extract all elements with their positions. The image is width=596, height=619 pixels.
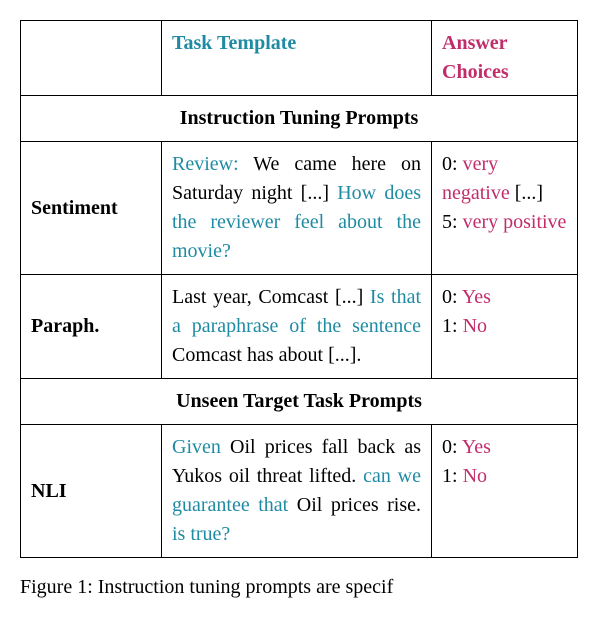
answer-text: No [463,465,487,487]
row-label-sentiment: Sentiment [21,142,161,274]
task-template-nli: Given Oil prices fall back as Yukos oil … [161,425,431,557]
row-nli: NLI Given Oil prices fall back as Yukos … [21,424,577,557]
row-sentiment: Sentiment Review: We came here on Saturd… [21,141,577,274]
caption-text: Figure 1: Instruction tuning prompts are… [20,576,393,598]
row-label-nli: NLI [21,425,161,557]
answer-text: Yes [462,436,491,458]
template-text: is true? [172,523,230,545]
answer-choice: 1: No [442,312,567,341]
answer-ellipsis: [...] [510,182,543,204]
figure-caption: Figure 1: Instruction tuning prompts are… [20,576,576,599]
answer-index: 1: [442,315,463,337]
task-template-sentiment: Review: We came here on Saturday night [… [161,142,431,274]
section-unseen-target: Unseen Target Task Prompts [21,378,577,424]
answer-text: very positive [463,211,567,233]
answer-index: 0: [442,286,462,308]
template-text: Last year, Comcast [...] [172,286,370,308]
prompts-table: Task Template Answer Choices Instruction… [20,20,578,558]
header-blank [21,21,161,95]
row-paraph: Paraph. Last year, Comcast [...] Is that… [21,274,577,378]
answer-choices-paraph: 0: Yes 1: No [431,275,577,378]
header-answer-choices: Answer Choices [431,21,577,95]
answer-choice: 5: very positive [442,208,567,237]
answer-index: 1: [442,465,463,487]
template-text: Review: [172,153,239,175]
section-title: Instruction Tuning Prompts [21,96,577,141]
template-text: Comcast has about [...]. [172,344,361,366]
header-row: Task Template Answer Choices [21,21,577,95]
header-task-template: Task Template [161,21,431,95]
answer-index: 5: [442,211,463,233]
answer-choice: 1: No [442,462,567,491]
answer-choice: 0: Yes [442,283,567,312]
row-label-paraph: Paraph. [21,275,161,378]
answer-choices-nli: 0: Yes 1: No [431,425,577,557]
answer-index: 0: [442,153,463,175]
answer-text: No [463,315,487,337]
template-text: Oil prices rise. [288,494,421,516]
section-title: Unseen Target Task Prompts [21,379,577,424]
answer-choice: 0: very negative [...] [442,150,567,208]
task-template-paraph: Last year, Comcast [...] Is that a parap… [161,275,431,378]
answer-text: Yes [462,286,491,308]
section-instruction-tuning: Instruction Tuning Prompts [21,95,577,141]
answer-index: 0: [442,436,462,458]
answer-choices-sentiment: 0: very negative [...] 5: very positive [431,142,577,274]
answer-choice: 0: Yes [442,433,567,462]
template-text: Given [172,436,221,458]
